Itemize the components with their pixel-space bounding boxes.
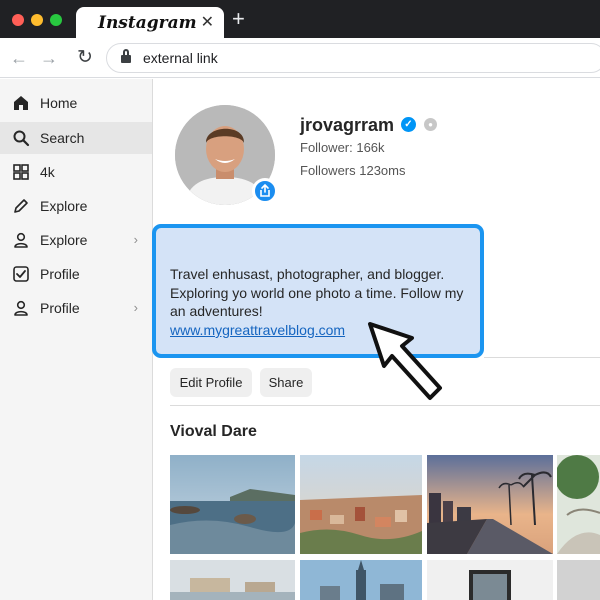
sidebar-item-explore[interactable]: Explore	[0, 190, 152, 222]
address-bar[interactable]: external link	[106, 43, 600, 73]
edit-profile-button[interactable]: Edit Profile	[170, 368, 252, 397]
sidebar-item-label: Explore	[40, 198, 88, 214]
maximize-window-button[interactable]	[50, 14, 62, 26]
sidebar-item-explore-2[interactable]: Explore ›	[0, 224, 152, 256]
followers-count[interactable]: Follower: 166k	[300, 140, 385, 155]
minimize-window-button[interactable]	[31, 14, 43, 26]
divider	[484, 357, 600, 358]
photo-thumbnail[interactable]	[427, 455, 553, 554]
home-icon	[14, 96, 28, 110]
sidebar-item-label: 4k	[40, 164, 55, 180]
photo-thumbnail[interactable]	[557, 455, 600, 554]
pencil-icon	[14, 199, 28, 213]
browser-tab[interactable]: Instagram ✕	[76, 7, 224, 38]
share-button[interactable]: Share	[260, 368, 312, 397]
following-count[interactable]: Followers 123oms	[300, 163, 406, 178]
reload-button[interactable]: ↻	[74, 47, 96, 69]
bio-text-line: Travel enhusast, photographer, and blogg…	[170, 266, 445, 282]
url-text: external link	[143, 50, 218, 66]
person-icon	[14, 232, 28, 248]
back-button[interactable]: ←	[8, 47, 30, 69]
sidebar-item-profile-2[interactable]: Profile ›	[0, 292, 152, 324]
browser-toolbar: ← → ↻ external link	[0, 38, 600, 78]
sidebar-item-label: Explore	[40, 232, 88, 248]
bio-text-line: an adventures!	[170, 303, 263, 319]
divider	[170, 405, 600, 406]
sidebar: Home Search 4k Explore Explore › Profile…	[0, 79, 153, 600]
sidebar-item-label: Profile	[40, 300, 80, 316]
verified-icon: ✓	[401, 117, 416, 132]
share-badge-icon[interactable]	[252, 178, 278, 204]
sidebar-item-4k[interactable]: 4k	[0, 156, 152, 188]
badge-icon: ●	[424, 118, 437, 131]
bio-text-line: Exploring yo world one photo a time. Fol…	[170, 285, 464, 301]
chevron-right-icon: ›	[133, 232, 138, 247]
grid-icon	[13, 164, 29, 180]
checkbox-icon	[13, 266, 29, 282]
username: jrovagrram	[300, 115, 395, 135]
photo-thumbnail[interactable]	[300, 455, 422, 554]
new-tab-button[interactable]: +	[232, 8, 245, 30]
chevron-right-icon: ›	[133, 300, 138, 315]
bio-link[interactable]: www.mygreattravelblog.com	[170, 322, 345, 338]
lock-icon	[121, 49, 131, 63]
sidebar-item-label: Profile	[40, 266, 80, 282]
tab-close-icon[interactable]: ✕	[201, 12, 214, 32]
sidebar-item-search[interactable]: Search	[0, 122, 152, 154]
forward-button[interactable]: →	[38, 47, 60, 69]
section-title: Vioval Dare	[170, 423, 257, 440]
close-window-button[interactable]	[12, 14, 24, 26]
photo-thumbnail[interactable]	[170, 455, 295, 554]
sidebar-item-profile[interactable]: Profile	[0, 258, 152, 290]
sidebar-item-label: Search	[40, 130, 85, 146]
photo-thumbnail[interactable]	[300, 560, 422, 600]
photo-thumbnail[interactable]	[557, 560, 600, 600]
photo-thumbnail[interactable]	[427, 560, 553, 600]
tab-title: Instagram	[98, 13, 197, 33]
pointer-arrow-icon	[368, 322, 442, 400]
sidebar-item-label: Home	[40, 95, 78, 111]
search-icon	[13, 130, 30, 147]
person-icon	[14, 300, 28, 316]
sidebar-item-home[interactable]: Home	[0, 87, 152, 119]
photo-thumbnail[interactable]	[170, 560, 295, 600]
browser-titlebar: Instagram ✕ +	[0, 0, 600, 38]
